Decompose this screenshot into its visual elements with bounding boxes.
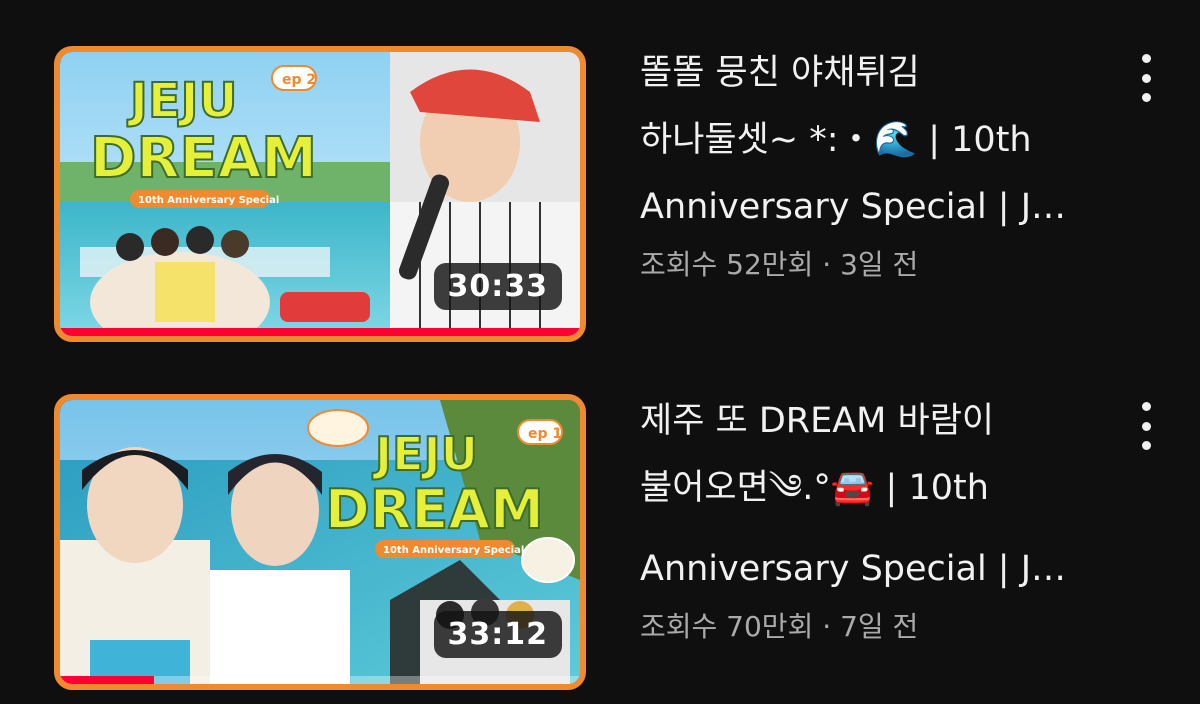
video-title-line: 제주 또 DREAM 바람이 [640,401,995,441]
video-duration: 30:33 [433,263,562,310]
thumbnail-episode-badge: ep 1 [528,426,562,442]
video-item[interactable]: JEJU DREAM ep 1 10th Anniversary Special… [0,388,1200,690]
video-thumbnail[interactable]: JEJU DREAM ep 2 10th Anniversary Special… [54,46,586,342]
video-duration: 33:12 [433,611,562,658]
video-title-line: 하나둘셋~ *:・🌊 | 10th [640,120,1032,160]
video-title-line: 불어오면༄.°🚘 | 10th [640,468,989,508]
video-info[interactable]: 똘똘 뭉친 야채튀김 하나둘셋~ *:・🌊 | 10th Anniversary… [640,40,1120,283]
video-title[interactable]: 똘똘 뭉친 야채튀김 하나둘셋~ *:・🌊 | 10th Anniversary… [640,40,1120,241]
watch-progress-bar [60,328,580,336]
video-metadata: 조회수 70만회 · 7일 전 [640,605,1120,645]
thumbnail-logo-line1: JEJU [127,73,237,129]
video-info[interactable]: 제주 또 DREAM 바람이 불어오면༄.°🚘 | 10th Anniversa… [640,388,1120,645]
video-item[interactable]: JEJU DREAM ep 2 10th Anniversary Special… [0,40,1200,342]
watch-progress-bar [60,676,580,684]
thumbnail-ribbon: 10th Anniversary Special [138,195,279,206]
upload-age: 3일 전 [840,248,919,281]
meta-separator: · [822,248,832,281]
meta-separator: · [822,610,832,643]
video-title-line: Anniversary Special | J… [640,549,1067,589]
upload-age: 7일 전 [840,610,919,643]
vertical-ellipsis-icon [1141,402,1151,411]
more-options-button[interactable] [1130,54,1162,102]
video-thumbnail[interactable]: JEJU DREAM ep 1 10th Anniversary Special… [54,394,586,690]
vertical-ellipsis-icon [1141,54,1151,63]
watch-progress-fill [60,676,154,684]
thumbnail-logo-line2: DREAM [90,126,317,191]
video-title-line: Anniversary Special | J… [640,187,1067,227]
video-title-line: 똘똘 뭉친 야채튀김 [640,53,920,93]
more-options-button[interactable] [1130,402,1162,450]
view-count: 조회수 52만회 [640,248,814,281]
thumbnail-logo-line2: DREAM [325,478,544,541]
thumbnail-episode-badge: ep 2 [282,72,316,88]
video-metadata: 조회수 52만회 · 3일 전 [640,243,1120,283]
thumbnail-logo-line1: JEJU [372,427,478,481]
thumbnail-ribbon: 10th Anniversary Special [383,545,524,556]
view-count: 조회수 70만회 [640,610,814,643]
watch-progress-fill [60,328,580,336]
video-title[interactable]: 제주 또 DREAM 바람이 불어오면༄.°🚘 | 10th Anniversa… [640,388,1120,603]
